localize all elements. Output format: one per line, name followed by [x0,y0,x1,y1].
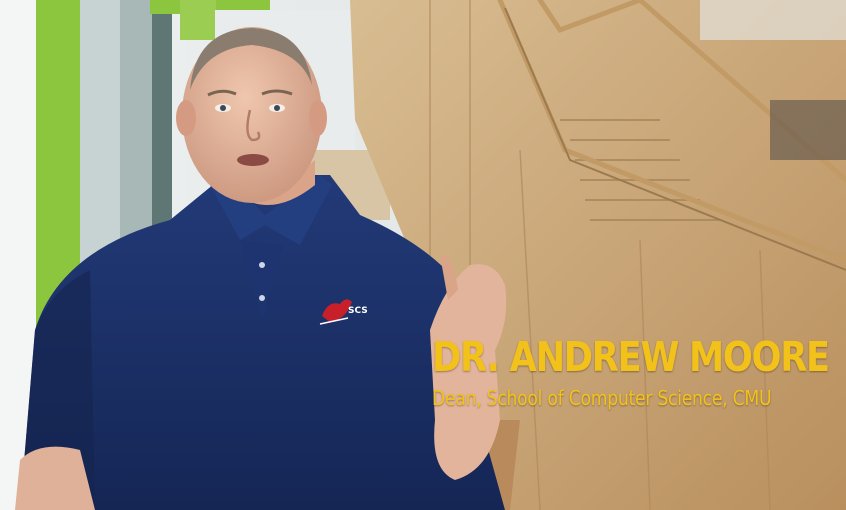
speaker-title: Dean, School of Computer Science, CMU [432,386,772,410]
lower-third-caption: DR. ANDREW MOORE Dean, School of Compute… [432,334,842,410]
background-scene [0,0,846,510]
shirt-logo: SCS [318,294,372,330]
shirt-logo-text: SCS [348,306,368,316]
speaker-name: DR. ANDREW MOORE [432,333,830,381]
video-frame: SCS DR. ANDREW MOORE Dean, School of Com… [0,0,846,510]
